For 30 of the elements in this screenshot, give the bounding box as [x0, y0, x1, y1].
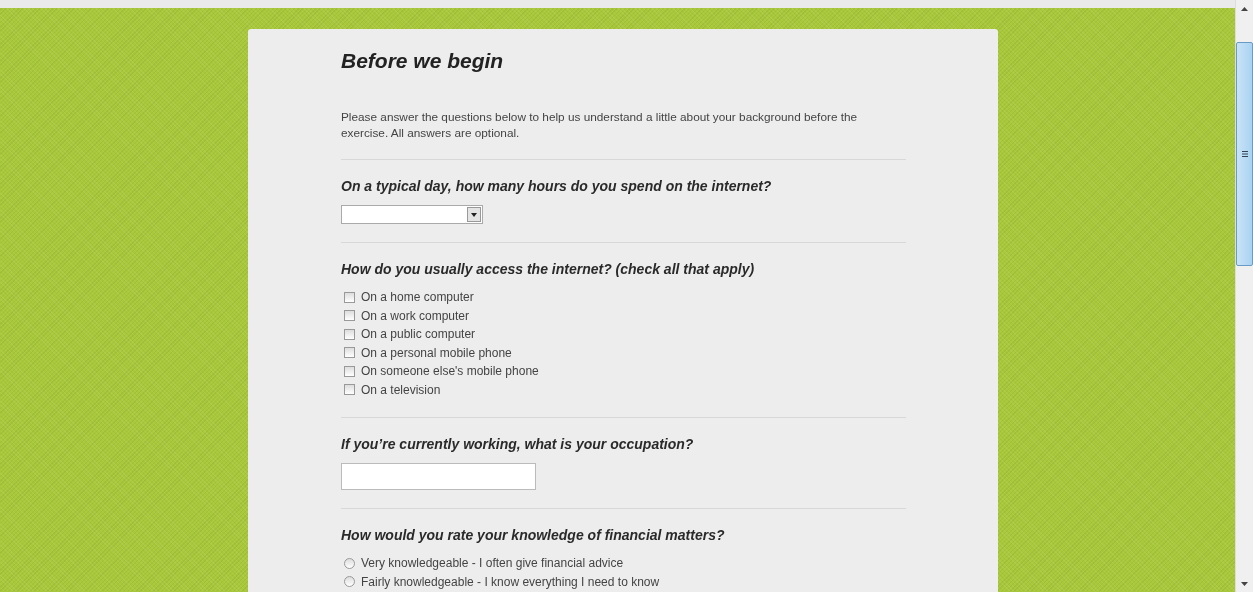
scroll-thumb[interactable]	[1236, 42, 1253, 266]
hours-dropdown[interactable]	[341, 205, 483, 224]
question-label: How do you usually access the internet? (check all that apply)	[341, 260, 756, 278]
option-label: Very knowledgeable - I often give financial advice	[361, 556, 624, 571]
radio-button[interactable]	[344, 576, 355, 588]
up-arrow-icon[interactable]	[1241, 6, 1248, 11]
option-label: On a public computer	[361, 327, 476, 342]
checkbox[interactable]	[344, 291, 355, 303]
scrollbar[interactable]	[1235, 0, 1253, 592]
question-label: If you’re currently working, what is your occupation?	[341, 435, 695, 453]
checkbox[interactable]	[344, 328, 355, 340]
question-label: How would you rate your knowledge of financial matters?	[341, 526, 726, 544]
grip-icon	[1241, 151, 1248, 157]
option-label: Fairly knowledgeable - I know everything I need to know	[361, 574, 660, 589]
down-arrow-icon[interactable]	[1241, 581, 1248, 586]
occupation-field[interactable]	[341, 463, 536, 490]
option-label: On someone else's mobile phone	[361, 364, 539, 379]
caret-icon	[471, 212, 477, 217]
form-title: Before we begin	[341, 48, 505, 74]
checkbox[interactable]	[344, 365, 355, 377]
checkbox[interactable]	[344, 347, 355, 359]
checkbox[interactable]	[344, 310, 355, 322]
intro-text: Please answer the questions below to help us understand a little about your background before the exercise. All answers are optional.	[341, 109, 859, 141]
option-label: On a home computer	[361, 290, 474, 305]
radio-button[interactable]	[344, 557, 355, 569]
option-label: On a personal mobile phone	[361, 345, 512, 360]
option-label: On a work computer	[361, 308, 470, 323]
option-label: On a television	[361, 382, 441, 397]
question-label: On a typical day, how many hours do you spend on the internet?	[341, 177, 773, 195]
checkbox[interactable]	[344, 384, 355, 396]
